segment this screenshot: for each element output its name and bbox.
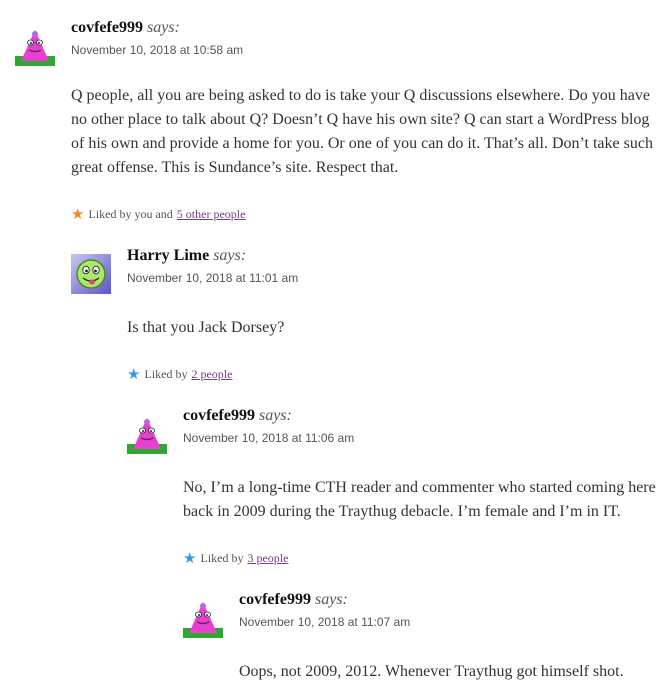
comment-body: No, I’m a long-time CTH reader and comme… — [183, 479, 656, 520]
comment-body: Is that you Jack Dorsey? — [127, 319, 285, 336]
likes-line: ★ Liked by 2 people — [127, 367, 232, 382]
says-label: says: — [213, 247, 247, 264]
comment-body: Oops, not 2009, 2012. Whenever Traythug … — [239, 663, 624, 680]
pink-triangle-avatar-icon[interactable] — [127, 414, 167, 454]
says-label: says: — [258, 407, 292, 424]
green-face-avatar-icon[interactable] — [71, 254, 111, 294]
likes-link[interactable]: 5 other people — [177, 207, 246, 222]
comment-date[interactable]: November 10, 2018 at 11:07 am — [239, 615, 410, 629]
likes-link[interactable]: 3 people — [247, 551, 288, 566]
likes-prefix: Liked by you and — [88, 207, 173, 221]
star-icon: ★ — [183, 550, 197, 567]
comment-author[interactable]: Harry Lime — [127, 247, 209, 264]
comment-date[interactable]: November 10, 2018 at 11:01 am — [127, 271, 298, 285]
comment-body: Q people, all you are being asked to do … — [71, 87, 653, 176]
comment-author[interactable]: covfefe999 — [183, 407, 255, 424]
says-label: says: — [314, 591, 348, 608]
pink-triangle-avatar-icon[interactable] — [183, 598, 223, 638]
comment-author[interactable]: covfefe999 — [71, 19, 143, 36]
comment-header: covfefe999 says: — [71, 19, 180, 37]
comment-header: Harry Lime says: — [127, 247, 246, 265]
comment-date[interactable]: November 10, 2018 at 11:06 am — [183, 431, 354, 445]
comment-date[interactable]: November 10, 2018 at 10:58 am — [71, 43, 243, 57]
likes-prefix: Liked by — [200, 551, 244, 565]
likes-link[interactable]: 2 people — [191, 367, 232, 382]
comment-author[interactable]: covfefe999 — [239, 591, 311, 608]
comment-header: covfefe999 says: — [239, 591, 348, 609]
says-label: says: — [146, 19, 180, 36]
likes-line: ★ Liked by 3 people — [183, 551, 288, 566]
likes-line: ★ Liked by you and 5 other people — [71, 207, 245, 222]
pink-triangle-avatar-icon[interactable] — [15, 26, 55, 66]
star-icon: ★ — [127, 366, 141, 383]
comment-header: covfefe999 says: — [183, 407, 292, 425]
star-icon: ★ — [71, 206, 85, 223]
likes-prefix: Liked by — [144, 367, 188, 381]
